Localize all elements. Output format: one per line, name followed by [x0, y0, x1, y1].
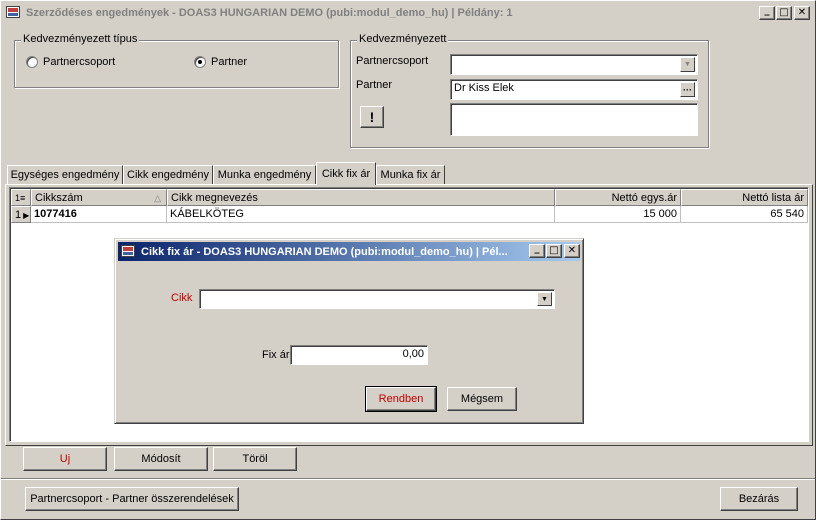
beneficiary-group-label: Kedvezményezett [357, 33, 449, 45]
dialog-app-icon [121, 244, 137, 259]
fix-ar-label: Fix ár [262, 349, 290, 361]
tab-cikk-fix-ar[interactable]: Cikk fix ár [316, 162, 376, 185]
fixed-price-dialog: Cikk fix ár - DOAS3 HUNGARIAN DEMO (pubi… [114, 238, 584, 424]
radio-partnercsoport[interactable]: Partnercsoport [26, 56, 115, 68]
table-row-megnevezes[interactable]: KÁBELKÖTEG [167, 206, 555, 223]
table-row-indicator[interactable]: 1 ▶ [11, 206, 31, 223]
column-header-cikkszam[interactable]: Cikkszám △ [31, 189, 167, 206]
modify-button[interactable]: Módosít [114, 447, 208, 471]
cikk-combo[interactable]: ▼ [199, 289, 555, 309]
partner-details-box [450, 103, 698, 136]
cancel-button[interactable]: Mégsem [447, 387, 517, 411]
dialog-maximize-button[interactable]: □ [546, 244, 562, 258]
current-row-icon: ▶ [23, 211, 30, 220]
cikk-label: Cikk [171, 292, 193, 304]
delete-button[interactable]: Töröl [213, 447, 297, 471]
table-row-netto-egys-ar[interactable]: 15 000 [555, 206, 681, 223]
column-header-netto-lista-ar[interactable]: Nettó lista ár [681, 189, 808, 206]
cikk-chevron-down-icon[interactable]: ▼ [537, 292, 552, 306]
dialog-title-bar[interactable]: Cikk fix ár - DOAS3 HUNGARIAN DEMO (pubi… [118, 242, 580, 261]
dialog-close-button[interactable]: ✕ [564, 244, 580, 258]
close-button[interactable]: ✕ [794, 6, 810, 20]
beneficiary-type-group: Kedvezményezett típus Partnercsoport Par… [14, 33, 339, 88]
beneficiary-group: Kedvezményezett Partnercsoport ▼ Partner… [350, 33, 709, 148]
row-indicator-header[interactable]: 1≡ [11, 189, 31, 206]
dialog-minimize-button[interactable]: _ [529, 244, 545, 258]
radio-partner-label: Partner [211, 56, 248, 68]
close-window-button[interactable]: Bezárás [720, 487, 798, 511]
tab-munka-engedmeny[interactable]: Munka engedmény [213, 165, 316, 184]
dialog-title: Cikk fix ár - DOAS3 HUNGARIAN DEMO (pubi… [141, 245, 508, 258]
partnercsoport-combo[interactable]: ▼ [450, 54, 698, 75]
browse-partner-button[interactable]: ··· [680, 82, 695, 97]
new-button[interactable]: Uj [23, 447, 107, 471]
tab-egyseges-engedmeny[interactable]: Egységes engedmény [7, 165, 123, 184]
sort-ascending-icon: △ [154, 193, 161, 203]
partner-value: Dr Kiss Elek [454, 82, 514, 94]
beneficiary-type-group-label: Kedvezményezett típus [21, 33, 140, 45]
chevron-down-icon[interactable]: ▼ [680, 57, 695, 72]
fix-ar-input[interactable]: 0,00 [290, 345, 428, 365]
partner-field[interactable]: Dr Kiss Elek ··· [450, 79, 698, 100]
ok-button[interactable]: Rendben [365, 386, 437, 412]
table-row-cikkszam[interactable]: 1077416 [31, 206, 167, 223]
minimize-button[interactable]: _ [759, 6, 775, 20]
separator [1, 478, 815, 480]
radio-partner[interactable]: Partner [194, 56, 247, 68]
window-title: Szerződéses engedmények - DOAS3 HUNGARIA… [26, 7, 513, 19]
partner-label: Partner [356, 79, 393, 91]
table-row-netto-lista-ar[interactable]: 65 540 [681, 206, 808, 223]
radio-partnercsoport-circle[interactable] [26, 56, 38, 68]
tab-munka-fix-ar[interactable]: Munka fix ár [376, 165, 445, 184]
app-icon [6, 6, 22, 20]
tab-cikk-engedmeny[interactable]: Cikk engedmény [123, 165, 213, 184]
column-header-megnevezes[interactable]: Cikk megnevezés [167, 189, 555, 206]
maximize-button[interactable]: □ [776, 6, 792, 20]
radio-partner-circle[interactable] [194, 56, 206, 68]
info-button[interactable]: ! [360, 106, 384, 128]
column-header-netto-egys-ar[interactable]: Nettó egys.ár [555, 189, 681, 206]
exclamation-icon: ! [369, 109, 375, 125]
assignments-button[interactable]: Partnercsoport - Partner összerendelések [25, 487, 239, 511]
partnercsoport-label: Partnercsoport [356, 55, 429, 67]
radio-partnercsoport-label: Partnercsoport [43, 56, 116, 68]
title-bar[interactable]: Szerződéses engedmények - DOAS3 HUNGARIA… [3, 3, 813, 23]
